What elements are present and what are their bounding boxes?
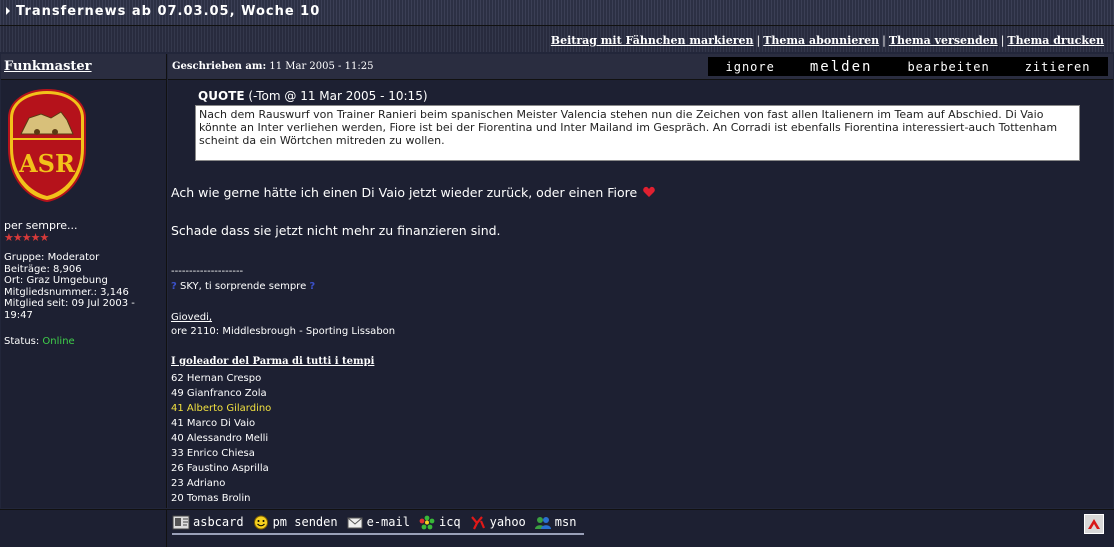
- msn-label: msn: [554, 515, 577, 529]
- post-body: QUOTE (-Tom @ 11 Mar 2005 - 10:15) Nach …: [168, 80, 1113, 508]
- post-text-1-content: Ach wie gerne hätte ich einen Di Vaio je…: [171, 185, 638, 200]
- mail-icon: [347, 517, 363, 528]
- list-item: 26 Faustino Asprilla: [171, 463, 269, 474]
- icq-button[interactable]: icq: [418, 515, 461, 530]
- quote-button[interactable]: zitieren: [1025, 60, 1091, 74]
- list-item: 49 Gianfranco Zola: [171, 388, 267, 399]
- signature-giovedi: Giovedi,: [171, 312, 213, 323]
- list-item: 23 Adriano: [171, 478, 226, 489]
- ignore-button[interactable]: ignore: [726, 60, 775, 74]
- subscribe-topic-link[interactable]: Thema abonnieren: [763, 34, 879, 47]
- heart-icon: [643, 186, 655, 197]
- status-value: Online: [42, 336, 75, 347]
- rank-stars: ★★★★★: [4, 231, 49, 244]
- author-sidebar: Funkmaster ASR per sempre... ★★★★★ Grupp…: [1, 54, 167, 508]
- thread-actions: Beitrag mit Fähnchen markieren | Thema abo…: [0, 31, 1114, 51]
- send-topic-link[interactable]: Thema versenden: [889, 34, 998, 47]
- author-member-no: Mitgliedsnummer.: 3,146: [4, 286, 129, 298]
- signature-sky: ? SKY, ti sorprende sempre ?: [171, 281, 315, 292]
- author-status: Status: Online: [4, 336, 75, 347]
- asbcard-label: asbcard: [193, 515, 244, 529]
- list-item: 41 Alberto Gilardino: [171, 403, 272, 414]
- list-item: 40 Alessandro Melli: [171, 433, 269, 444]
- list-item: 62 Hernan Crespo: [171, 373, 262, 384]
- signature-separator: --------------------: [171, 266, 244, 277]
- forum-page: Transfernews ab 07.03.05, Woche 10 Beitr…: [0, 0, 1114, 547]
- asbcard-icon: [172, 515, 190, 529]
- post-main: Geschrieben am: 11 Mar 2005 - 11:25 igno…: [168, 54, 1113, 508]
- separator: |: [882, 34, 886, 47]
- author-posts: Beiträge: 8,906: [4, 263, 82, 275]
- question-icon: ?: [309, 281, 316, 292]
- separator: |: [756, 34, 761, 47]
- post-header: Geschrieben am: 11 Mar 2005 - 11:25 igno…: [168, 54, 1113, 80]
- email-button[interactable]: e-mail: [346, 515, 410, 530]
- written-label: Geschrieben am:: [172, 61, 267, 72]
- msn-button[interactable]: msn: [534, 515, 577, 530]
- scorers-title: I goleador del Parma di tutti i tempi: [171, 356, 375, 367]
- yahoo-icon: [470, 515, 485, 529]
- msn-icon: [534, 516, 551, 529]
- quote-meta: (-Tom @ 11 Mar 2005 - 10:15): [244, 89, 428, 103]
- icq-label: icq: [438, 515, 461, 529]
- quote-header: QUOTE (-Tom @ 11 Mar 2005 - 10:15): [198, 89, 428, 103]
- email-label: e-mail: [366, 515, 410, 529]
- pm-label: pm senden: [272, 515, 338, 529]
- icq-flower-icon: [419, 515, 435, 529]
- post-text-2: Schade dass sie jetzt nicht mehr zu fina…: [171, 223, 501, 238]
- scroll-top-button[interactable]: [1084, 514, 1104, 534]
- pm-button[interactable]: pm senden: [252, 515, 338, 530]
- report-button[interactable]: melden: [810, 59, 873, 75]
- svg-text:ASR: ASR: [18, 149, 76, 178]
- edit-button[interactable]: bearbeiten: [907, 60, 989, 74]
- list-item: 33 Enrico Chiesa: [171, 448, 255, 459]
- top-arrow-icon: [1088, 519, 1100, 529]
- username-cell: Funkmaster: [1, 54, 166, 80]
- author-name-link[interactable]: Funkmaster: [4, 59, 92, 74]
- contact-buttons: asbcard pm senden e-mail icq yahoo msn: [172, 512, 585, 535]
- quote-label: QUOTE: [198, 89, 245, 103]
- post-date: Geschrieben am: 11 Mar 2005 - 11:25: [172, 61, 373, 72]
- scorers-list: 62 Hernan Crespo 49 Gianfranco Zola 41 A…: [171, 371, 271, 506]
- asbcard-button[interactable]: asbcard: [172, 515, 244, 530]
- contact-bar-left: [1, 510, 167, 547]
- written-date: 11 Mar 2005 - 11:25: [266, 61, 374, 72]
- contact-bar: asbcard pm senden e-mail icq yahoo msn: [0, 509, 1114, 547]
- smiley-icon: [253, 515, 268, 529]
- thread-title: Transfernews ab 07.03.05, Woche 10: [16, 4, 321, 19]
- author-group: Gruppe: Moderator: [4, 252, 100, 263]
- yahoo-button[interactable]: yahoo: [469, 515, 526, 530]
- thread-title-bar: Transfernews ab 07.03.05, Woche 10: [0, 0, 1114, 26]
- arrow-right-icon: [6, 7, 10, 15]
- sky-text: SKY, ti sorprende sempre: [176, 281, 310, 292]
- signature-match: ore 2110: Middlesbrough - Sporting Lissa…: [171, 326, 396, 337]
- print-topic-link[interactable]: Thema drucken: [1007, 34, 1104, 47]
- separator: |: [1000, 34, 1005, 47]
- post-text-1: Ach wie gerne hätte ich einen Di Vaio je…: [171, 185, 655, 200]
- yahoo-label: yahoo: [489, 515, 526, 529]
- post-buttons: ignore melden bearbeiten zitieren: [708, 57, 1108, 76]
- author-location: Ort: Graz Umgebung: [4, 275, 108, 286]
- author-member-since: Mitglied seit: 09 Jul 2003 - 19:47: [4, 298, 135, 321]
- list-item: 41 Marco Di Vaio: [171, 418, 256, 429]
- mark-post-link[interactable]: Beitrag mit Fähnchen markieren: [551, 34, 754, 47]
- status-label: Status:: [4, 336, 43, 347]
- roma-logo: ASR: [8, 88, 86, 203]
- list-item: 20 Tomas Brolin: [171, 493, 251, 504]
- quote-box: Nach dem Rauswurf von Trainer Ranieri be…: [195, 105, 1080, 161]
- author-info: Gruppe: Moderator Beiträge: 8,906 Ort: G…: [4, 252, 164, 321]
